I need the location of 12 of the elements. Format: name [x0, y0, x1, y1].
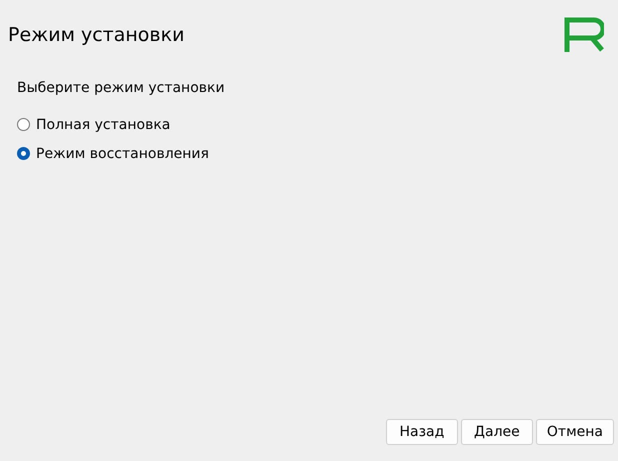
- prompt-text: Выберите режим установки: [17, 80, 225, 96]
- radio-selected[interactable]: [17, 147, 30, 160]
- radio-unselected[interactable]: [17, 118, 30, 131]
- radio-option[interactable]: Полная установка: [17, 110, 170, 139]
- option-label: Режим восстановления: [36, 146, 209, 162]
- page-title: Режим установки: [8, 24, 184, 46]
- dialog-button[interactable]: Отмена: [536, 419, 614, 445]
- dialog-button[interactable]: Назад: [386, 419, 458, 445]
- radio-option[interactable]: Режим восстановления: [17, 139, 209, 168]
- option-label: Полная установка: [36, 116, 170, 132]
- dialog-button[interactable]: Далее: [460, 419, 533, 445]
- logo-icon: [564, 17, 604, 52]
